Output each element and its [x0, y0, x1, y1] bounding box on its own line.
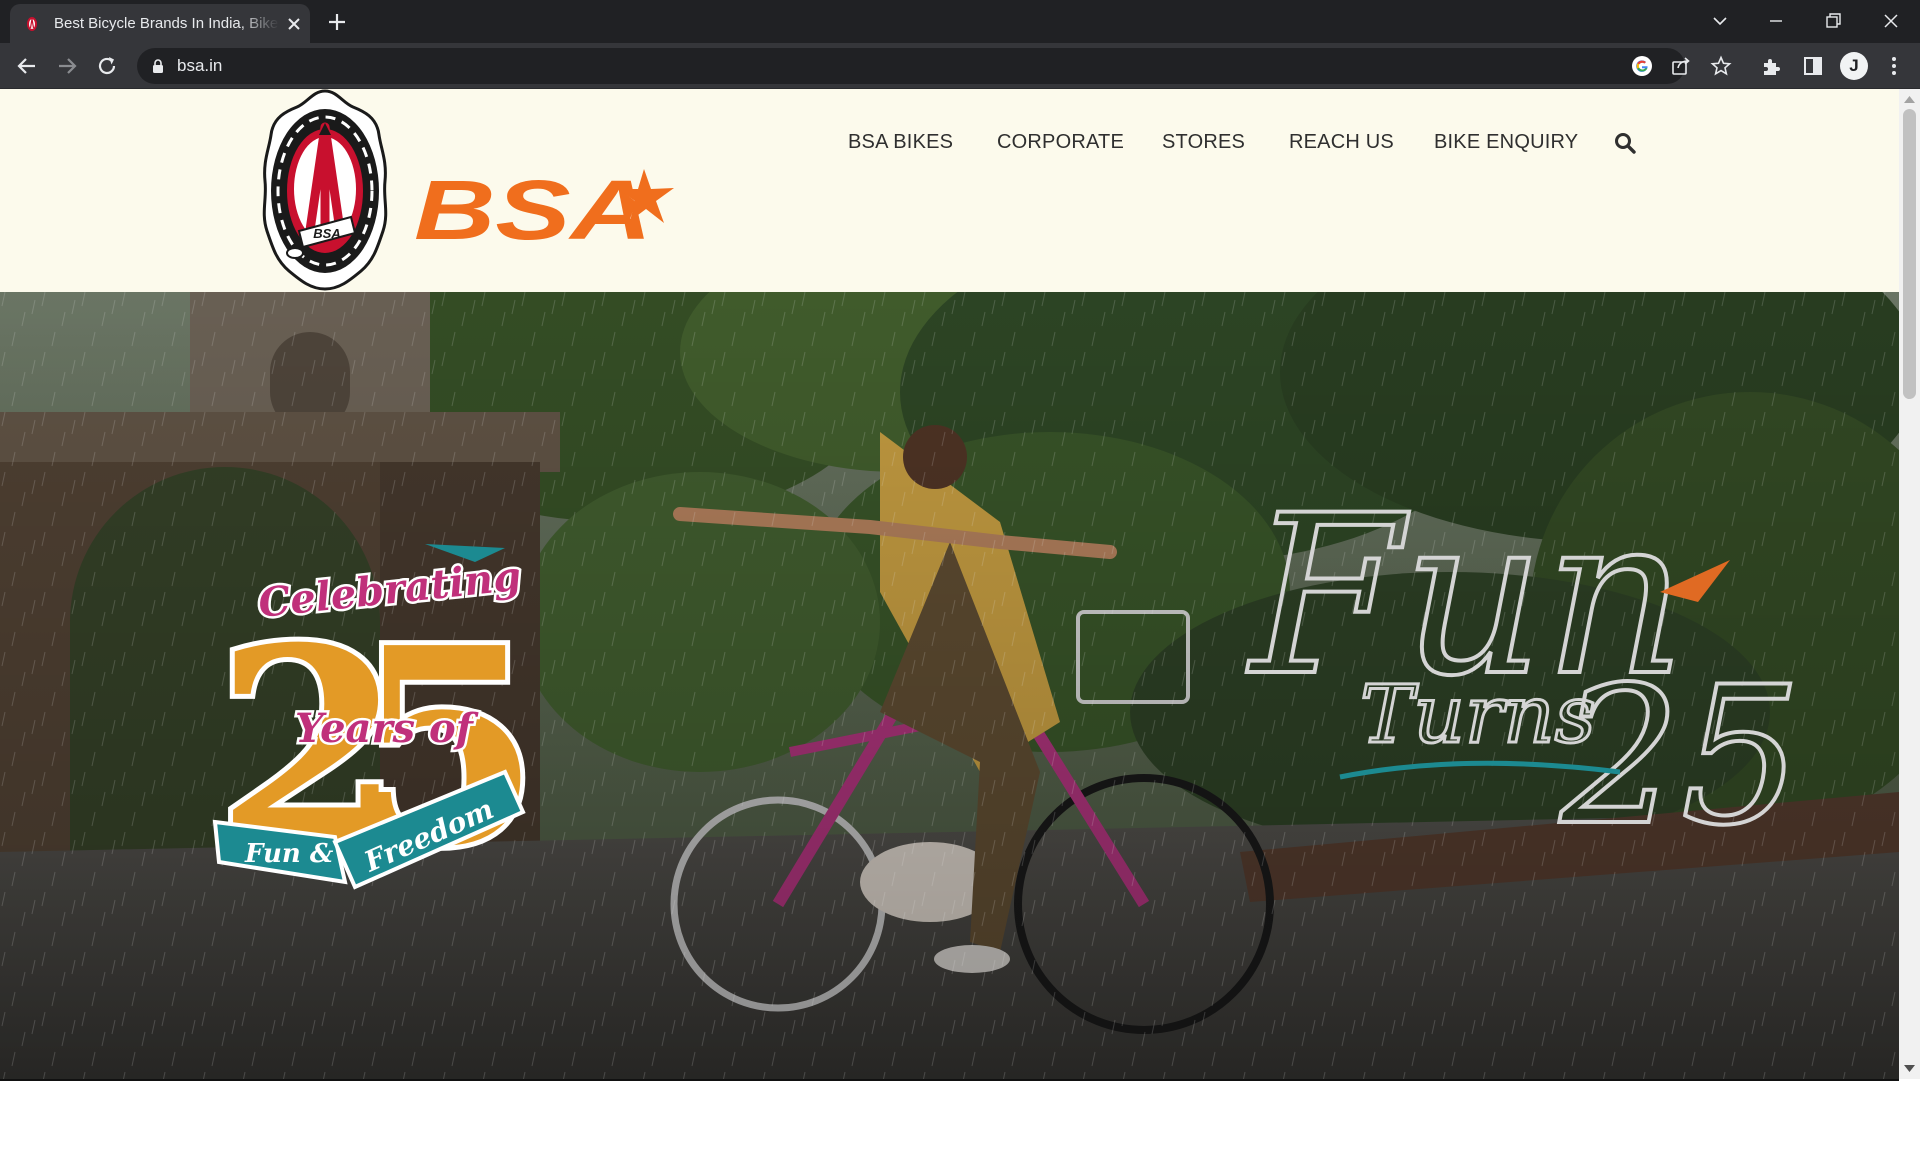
nav-corporate[interactable]: CORPORATE — [997, 131, 1124, 154]
nav-bike-enquiry[interactable]: BIKE ENQUIRY — [1434, 131, 1578, 154]
fun-turns-25-tagline: Fun Turns 25 — [1244, 466, 1804, 862]
scroll-up-icon[interactable] — [1904, 95, 1915, 103]
close-icon[interactable] — [284, 14, 304, 34]
google-icon[interactable] — [1631, 55, 1653, 77]
scrollbar-thumb[interactable] — [1903, 109, 1916, 399]
bookmark-star-icon[interactable] — [1710, 55, 1732, 77]
brand-wordmark: BSA — [414, 163, 652, 256]
tab-search-icon[interactable] — [1705, 6, 1735, 36]
badge-fun: Fun & — [244, 839, 334, 869]
tab-title: Best Bicycle Brands In India, Bikes — [54, 15, 279, 32]
bsa-favicon — [27, 17, 37, 31]
window-close-icon[interactable] — [1876, 6, 1906, 36]
bsa-emblem-logo[interactable]: BSA — [259, 89, 391, 291]
share-icon[interactable] — [1670, 55, 1692, 77]
menu-icon[interactable] — [1882, 54, 1906, 78]
site-header: BSA BSA BSA BIKES CORPORATE STORES REACH… — [0, 89, 1899, 292]
hero-banner[interactable]: Celebrating 25 Years of Fun & Freedom Fu… — [0, 292, 1899, 1079]
new-tab-icon[interactable] — [324, 9, 350, 35]
badge-years-of: Years of — [295, 705, 479, 752]
reload-icon[interactable] — [93, 52, 121, 80]
minimize-icon[interactable] — [1761, 6, 1791, 36]
page-scrollbar[interactable] — [1899, 89, 1920, 1079]
bsa-wordmark-logo[interactable]: BSA — [408, 161, 683, 256]
page-content-below-hero — [0, 1079, 1899, 1160]
search-icon[interactable] — [1614, 132, 1636, 154]
page-viewport: BSA BSA BSA BIKES CORPORATE STORES REACH… — [0, 89, 1920, 1160]
nav-reach-us[interactable]: REACH US — [1289, 131, 1394, 154]
forward-icon[interactable] — [53, 52, 81, 80]
back-icon[interactable] — [13, 52, 41, 80]
browser-tab-strip: Best Bicycle Brands In India, Bikes — [0, 0, 1920, 43]
scroll-down-icon[interactable] — [1904, 1065, 1915, 1073]
celebrating-25-badge: Celebrating 25 Years of Fun & Freedom — [210, 544, 545, 902]
tagline-25: 25 — [1559, 646, 1802, 862]
url-text[interactable]: bsa.in — [177, 56, 222, 76]
browser-tab[interactable]: Best Bicycle Brands In India, Bikes — [10, 4, 310, 43]
lock-icon[interactable] — [151, 58, 165, 74]
browser-toolbar: bsa.in J — [0, 43, 1920, 89]
emblem-text: BSA — [313, 226, 340, 241]
nav-bsa-bikes[interactable]: BSA BIKES — [848, 131, 953, 154]
side-panel-icon[interactable] — [1801, 54, 1825, 78]
restore-icon[interactable] — [1818, 6, 1848, 36]
nav-stores[interactable]: STORES — [1162, 131, 1245, 154]
extensions-icon[interactable] — [1760, 54, 1784, 78]
address-bar[interactable]: bsa.in — [137, 48, 1732, 84]
profile-avatar[interactable]: J — [1840, 52, 1868, 80]
